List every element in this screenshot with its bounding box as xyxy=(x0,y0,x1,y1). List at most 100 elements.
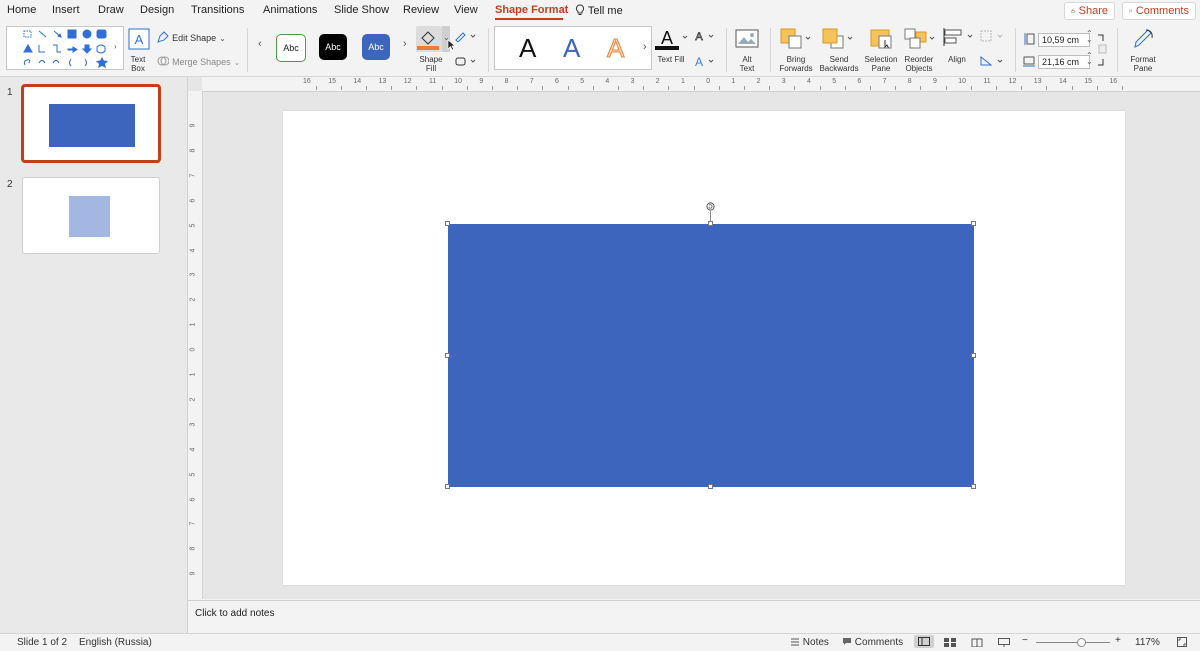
horizontal-ruler[interactable]: 16 15 14 13 12 11 10 9 8 7 6 5 4 3 2 1 0 1 2 3 4 5 6 7 8 9 10 11 12 1… xyxy=(202,77,1200,92)
ruler-tick xyxy=(315,86,317,90)
text-fill-icon: A xyxy=(655,28,688,50)
chevron-right-icon[interactable]: › xyxy=(403,38,407,50)
bring-forwards-button[interactable] xyxy=(780,28,814,53)
shapes-gallery[interactable]: › xyxy=(6,26,124,70)
wordart-sample[interactable]: A xyxy=(563,33,580,64)
shape-effects-button[interactable] xyxy=(455,55,479,70)
svg-text:A: A xyxy=(661,28,673,48)
fit-to-window-icon[interactable] xyxy=(1177,637,1187,647)
reorder-objects-button[interactable] xyxy=(904,28,938,53)
comments-button[interactable]: Comments xyxy=(1122,2,1196,20)
zoom-in-button[interactable]: + xyxy=(1115,635,1121,646)
share-button[interactable]: Share xyxy=(1064,2,1115,20)
ruler-tick xyxy=(870,86,871,90)
ruler-label: 4 xyxy=(605,78,610,85)
lock-aspect-icon[interactable] xyxy=(1097,33,1109,70)
ribbon: › A Text Box Edit Shape ⌄ Merge Shapes ⌄… xyxy=(0,22,1200,77)
ruler-label: 15 xyxy=(1084,78,1092,85)
selected-rectangle-shape[interactable] xyxy=(448,224,974,487)
text-fill-label: Text Fill xyxy=(657,55,685,64)
reading-view-icon[interactable] xyxy=(971,638,983,647)
slide-canvas[interactable] xyxy=(283,111,1125,585)
chevron-right-icon[interactable]: › xyxy=(643,41,647,53)
ruler-tick xyxy=(895,86,897,90)
divider xyxy=(1117,28,1118,72)
normal-view-button[interactable] xyxy=(914,635,934,648)
bring-forwards-icon xyxy=(780,28,811,49)
send-backwards-button[interactable] xyxy=(822,28,856,53)
shape-outline-button[interactable] xyxy=(455,30,479,45)
slide-thumbnail-1[interactable] xyxy=(21,84,161,163)
wordart-sample[interactable]: A xyxy=(519,33,536,64)
tab-review[interactable]: Review xyxy=(403,4,439,16)
tell-me[interactable]: Tell me xyxy=(575,4,623,17)
vertical-ruler[interactable]: 9 8 7 6 5 4 3 2 1 0 1 2 3 4 5 6 7 8 9 xyxy=(188,91,203,599)
language-indicator[interactable]: English (Russia) xyxy=(79,637,152,648)
tab-view[interactable]: View xyxy=(454,4,478,16)
text-outline-button[interactable]: A xyxy=(693,30,717,45)
bring-forwards-label: Bring Forwards xyxy=(776,55,816,73)
wordart-sample[interactable]: A xyxy=(606,33,624,64)
zoom-slider[interactable] xyxy=(1036,642,1110,643)
tab-home[interactable]: Home xyxy=(7,4,36,16)
tab-transitions[interactable]: Transitions xyxy=(191,4,244,16)
tab-shape-format[interactable]: Shape Format xyxy=(495,4,568,16)
resize-handle[interactable] xyxy=(971,484,976,489)
zoom-level[interactable]: 117% xyxy=(1135,637,1160,648)
ruler-label: 13 xyxy=(1033,78,1042,85)
ruler-tick xyxy=(517,86,519,90)
notes-placeholder[interactable]: Click to add notes xyxy=(195,608,275,619)
ruler-tick xyxy=(1122,86,1123,90)
align-button[interactable] xyxy=(942,27,976,50)
resize-handle[interactable] xyxy=(971,353,976,358)
align-icon xyxy=(943,28,973,46)
shape-style-swatch[interactable]: Abc xyxy=(362,34,390,60)
edit-shape-button[interactable]: Edit Shape ⌄ xyxy=(157,31,226,44)
tab-draw[interactable]: Draw xyxy=(98,4,124,16)
tab-insert[interactable]: Insert xyxy=(52,4,80,16)
reorder-objects-label: Reorder Objects xyxy=(900,55,938,73)
tab-slide-show[interactable]: Slide Show xyxy=(334,4,389,16)
slide-sorter-icon[interactable] xyxy=(944,638,956,647)
resize-handle[interactable] xyxy=(445,484,450,489)
text-effects-button[interactable]: A xyxy=(693,55,717,70)
slide-thumbnail-pane: 1 2 xyxy=(0,77,188,633)
text-box-button[interactable]: A xyxy=(128,28,150,50)
tab-design[interactable]: Design xyxy=(140,4,174,16)
slide-thumbnail-2[interactable] xyxy=(22,177,160,254)
chevron-down-icon: ⌄ xyxy=(233,58,241,67)
height-stepper[interactable]: ⌃ ⌄ xyxy=(1086,30,1093,44)
tab-animations[interactable]: Animations xyxy=(263,4,317,16)
zoom-out-button[interactable]: − xyxy=(1022,635,1028,646)
shape-style-swatch[interactable]: Abc xyxy=(276,34,306,62)
text-fill-button[interactable]: A xyxy=(655,26,691,55)
comments-label: Comments xyxy=(1135,5,1189,17)
alt-text-button[interactable] xyxy=(735,28,759,53)
shape-fill-button[interactable] xyxy=(416,26,442,52)
resize-handle[interactable] xyxy=(708,484,713,489)
group-button[interactable] xyxy=(980,30,1006,45)
selection-pane-button[interactable] xyxy=(870,28,894,53)
resize-handle[interactable] xyxy=(445,221,450,226)
ruler-label: 7 xyxy=(882,78,887,85)
format-pane-button[interactable] xyxy=(1132,27,1156,54)
svg-text:A: A xyxy=(695,31,703,42)
width-stepper[interactable]: ⌃ ⌄ xyxy=(1086,52,1093,66)
slideshow-icon[interactable] xyxy=(998,638,1010,647)
zoom-slider-thumb[interactable] xyxy=(1077,638,1087,647)
resize-handle[interactable] xyxy=(445,353,450,358)
width-input[interactable]: 21,16 cm xyxy=(1038,55,1090,69)
divider xyxy=(770,28,771,72)
notes-toggle[interactable]: Notes xyxy=(790,637,829,648)
notes-icon xyxy=(791,638,799,646)
ruler-tick xyxy=(945,86,947,90)
resize-handle[interactable] xyxy=(971,221,976,226)
comments-toggle[interactable]: Comments xyxy=(842,637,903,648)
rotate-handle-icon[interactable] xyxy=(706,202,715,211)
notes-pane[interactable]: Click to add notes xyxy=(188,600,1200,634)
rotate-button[interactable] xyxy=(980,55,1006,70)
height-input[interactable]: 10,59 cm xyxy=(1038,33,1090,47)
shape-style-swatch[interactable]: Abc xyxy=(319,34,347,60)
merge-shapes-button[interactable]: Merge Shapes ⌄ xyxy=(157,55,240,68)
chevron-right-icon[interactable]: › xyxy=(114,42,117,51)
